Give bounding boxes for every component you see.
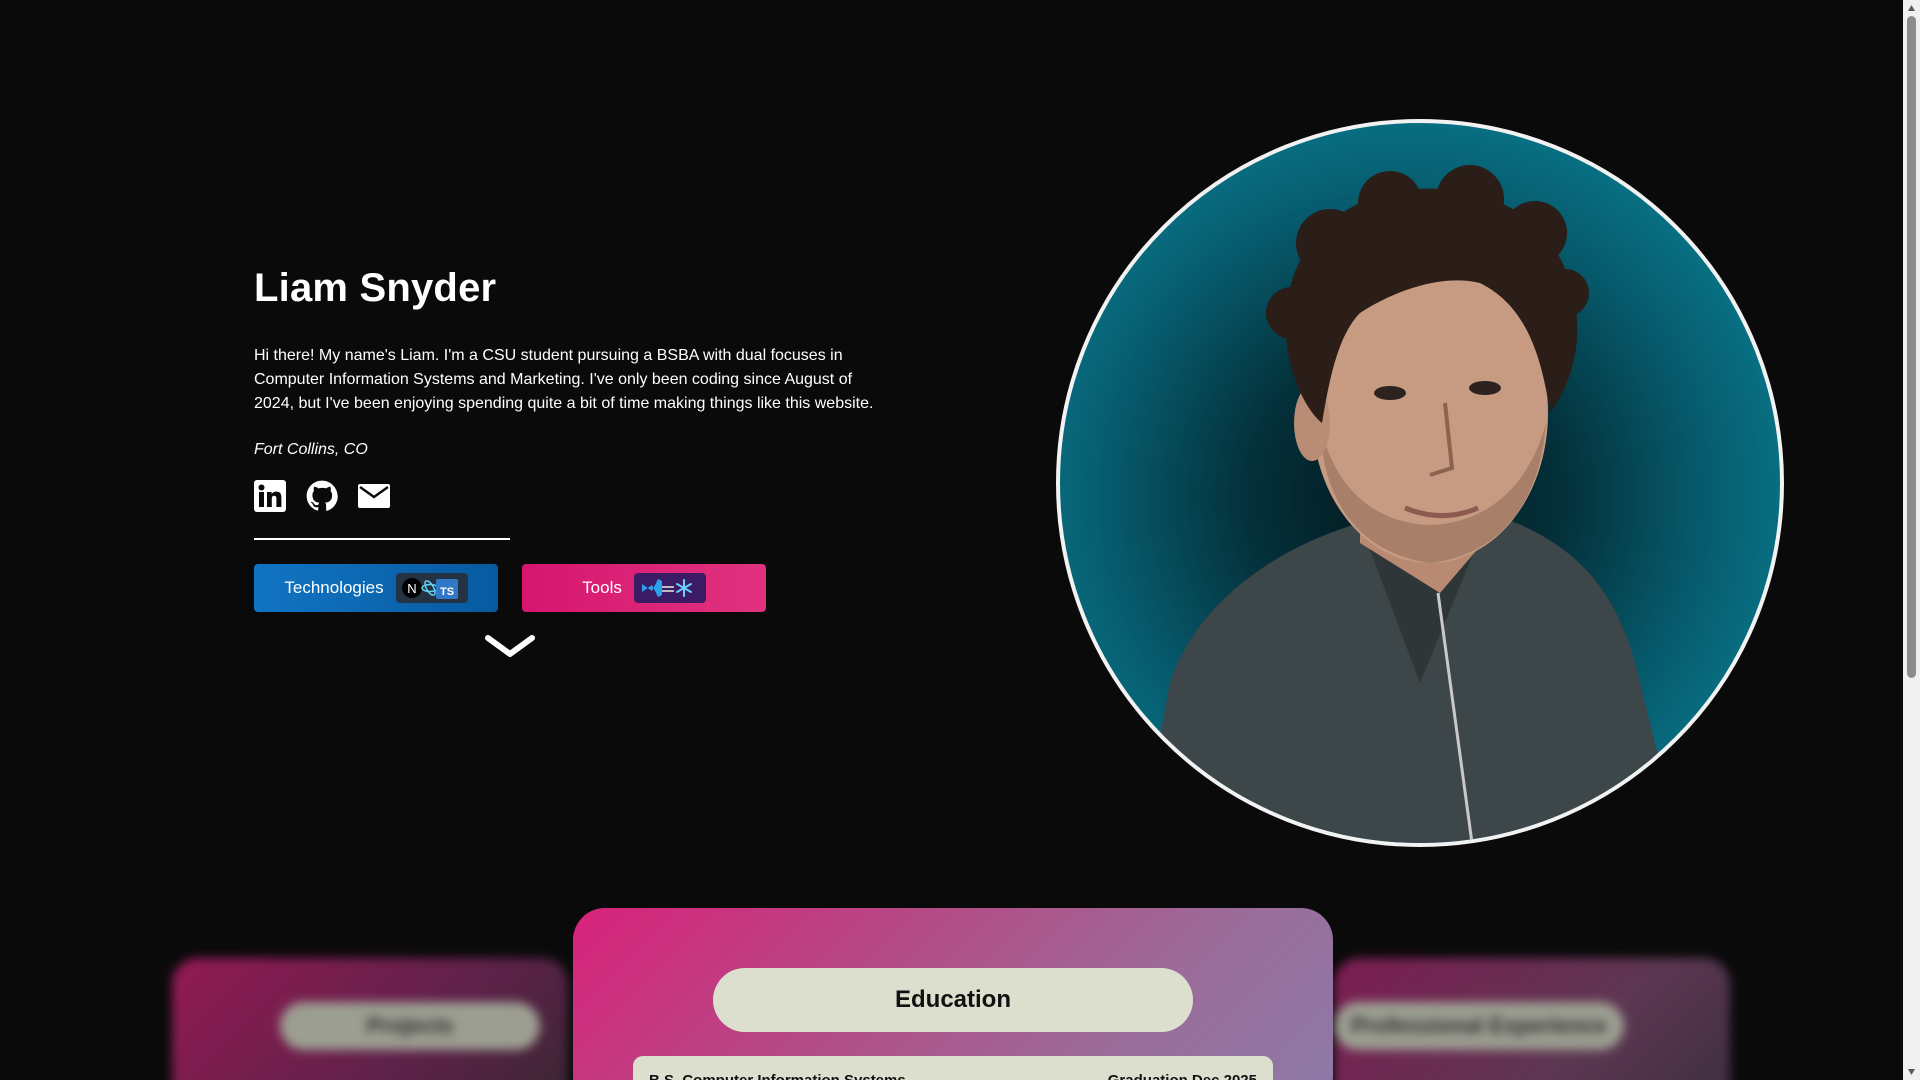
github-icon[interactable] [306,480,338,512]
svg-text:TS: TS [440,586,454,598]
degree-text: B.S. Computer Information Systems [649,1072,906,1080]
scroll-down-arrow-icon[interactable] [1907,1067,1916,1076]
person-photo-icon [1140,165,1680,843]
experience-card-title: Professional Experience [1334,1002,1624,1050]
vscode-snowflake-icon [641,579,692,597]
bio-text: Hi there! My name's Liam. I'm a CSU stud… [254,347,874,412]
mail-icon[interactable] [358,480,390,512]
scrollbar-thumb[interactable] [1907,16,1916,678]
skill-buttons: Technologies N TS Tools [254,564,894,612]
projects-card-title: Projects [280,1002,540,1050]
scroll-down-chevron-icon[interactable] [484,632,536,662]
education-entry: B.S. Computer Information Systems Gradua… [633,1056,1273,1080]
technologies-logos: N TS [395,573,468,603]
linkedin-icon[interactable] [254,480,286,512]
social-links [254,478,894,514]
tools-button[interactable]: Tools [522,564,766,612]
tools-label: Tools [582,578,622,597]
projects-card[interactable]: Projects [172,958,568,1080]
education-card[interactable]: Education B.S. Computer Information Syst… [573,908,1333,1080]
technologies-label: Technologies [284,578,384,597]
nextjs-react-typescript-icon: N TS [401,578,458,599]
tools-logos [633,573,706,603]
scroll-up-arrow-icon[interactable] [1907,4,1916,13]
svg-text:N: N [407,581,416,596]
education-card-title: Education [713,968,1193,1032]
experience-card[interactable]: Professional Experience [1334,958,1730,1080]
divider [254,538,510,540]
location-text: Fort Collins, CO [254,441,368,458]
profile-photo [1056,119,1784,847]
technologies-button[interactable]: Technologies N TS [254,564,498,612]
graduation-text: Graduation Dec 2025 [1108,1072,1257,1080]
vertical-scrollbar[interactable] [1903,0,1920,1080]
hero-section: Liam Snyder Hi there! My name's Liam. I'… [254,258,894,612]
page-title: Liam Snyder [254,266,497,310]
